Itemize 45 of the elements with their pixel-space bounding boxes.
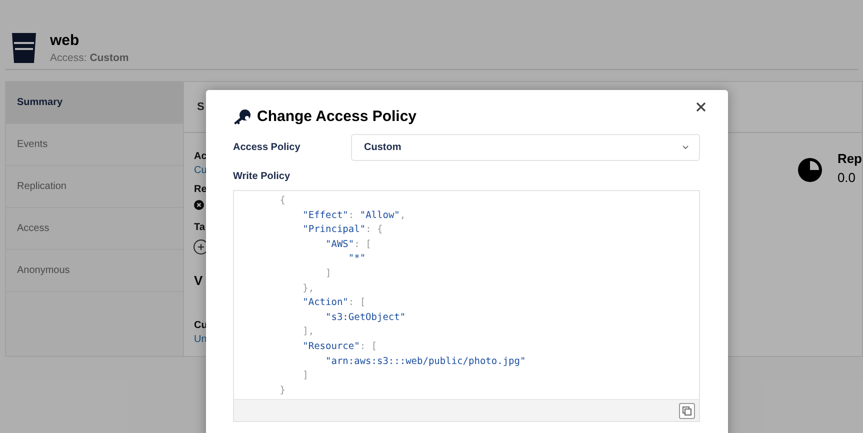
sidebar-item[interactable]: Access bbox=[6, 208, 183, 250]
sidebar-item[interactable]: Summary bbox=[6, 82, 183, 124]
code-line: "Action": [ bbox=[302, 296, 367, 310]
copy-icon bbox=[682, 406, 692, 416]
usage-value: 0.0 bbox=[837, 170, 857, 185]
sidebar-item[interactable]: Anonymous bbox=[6, 250, 183, 292]
code-line: } bbox=[278, 384, 286, 398]
code-line: ] bbox=[324, 266, 332, 281]
code-line: "Resource": [ bbox=[302, 340, 378, 354]
field-label: Write Policy bbox=[233, 171, 292, 182]
access-policy-select[interactable]: Custom bbox=[351, 134, 700, 161]
usage-heading: Rep bbox=[837, 151, 862, 166]
code-line: "Principal": { bbox=[302, 223, 384, 238]
access-heading: Ac bbox=[194, 151, 208, 162]
code-line: ], bbox=[302, 325, 316, 340]
code-line: { bbox=[278, 194, 286, 208]
policy-editor[interactable]: { "Effect": "Allow", "Principal": { "AWS": [ "*" ] }, "Action": [ "s3:GetObject" ], "Resource": [ "arn:aws:s3:::web/public/photo.jpg" ] } bbox=[233, 190, 700, 422]
access-status: Access: Custom bbox=[50, 52, 129, 64]
overview-tab[interactable]: S bbox=[197, 101, 204, 113]
code-line: ] bbox=[302, 369, 310, 384]
pie-icon bbox=[797, 157, 824, 183]
custom-link[interactable]: Un bbox=[194, 334, 208, 345]
sidebar-item[interactable]: Events bbox=[6, 124, 183, 166]
code-line: }, bbox=[302, 282, 316, 296]
tags-heading: Ta bbox=[194, 222, 206, 233]
code-line: "*" bbox=[347, 252, 367, 266]
copy-button[interactable] bbox=[679, 402, 695, 418]
close-button[interactable] bbox=[694, 100, 708, 114]
code-line: "AWS": [ bbox=[324, 238, 372, 252]
key-icon bbox=[233, 108, 251, 124]
bucket-name: web bbox=[50, 32, 80, 49]
code-line: "Effect": "Allow", bbox=[302, 208, 407, 223]
x-circle-icon bbox=[194, 200, 204, 210]
bucket-icon bbox=[10, 31, 38, 65]
code-line: "arn:aws:s3:::web/public/photo.jpg" bbox=[324, 354, 527, 369]
sidebar-item[interactable]: Replication bbox=[6, 166, 183, 208]
code-line: "s3:GetObject" bbox=[324, 310, 407, 325]
field-label: Access Policy bbox=[233, 142, 300, 153]
dialog-title: Change Access Policy bbox=[257, 108, 417, 125]
access-link[interactable]: Cu bbox=[194, 165, 208, 176]
close-icon bbox=[696, 102, 706, 112]
add-tag-icon[interactable] bbox=[193, 239, 207, 255]
chevron-down-icon bbox=[682, 145, 689, 150]
replication-heading: Re bbox=[194, 184, 208, 195]
section-heading: V bbox=[194, 273, 204, 288]
